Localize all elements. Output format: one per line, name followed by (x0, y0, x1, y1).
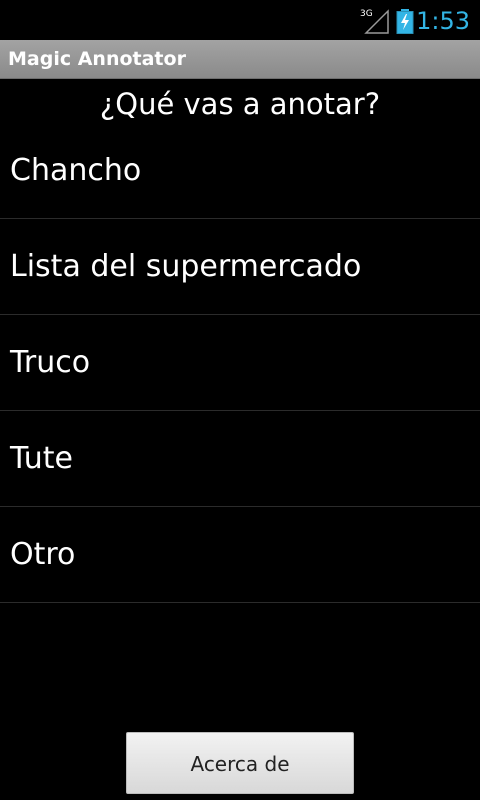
signal-3g-icon: 3G (360, 8, 390, 34)
status-bar: 3G 1:53 (0, 0, 480, 40)
network-type-label: 3G (360, 9, 373, 19)
status-clock: 1:53 (416, 7, 470, 35)
annotation-type-list: Chancho Lista del supermercado Truco Tut… (0, 123, 480, 603)
list-item-tute[interactable]: Tute (0, 411, 480, 507)
list-item-truco[interactable]: Truco (0, 315, 480, 411)
list-item-lista-supermercado[interactable]: Lista del supermercado (0, 219, 480, 315)
screen: 3G 1:53 Magic Annotator ¿Qué vas a anota… (0, 0, 480, 800)
list-item-chancho[interactable]: Chancho (0, 123, 480, 219)
battery-charging-icon (396, 9, 414, 34)
app-title: Magic Annotator (8, 48, 186, 70)
about-button[interactable]: Acerca de (126, 732, 354, 794)
list-item-otro[interactable]: Otro (0, 507, 480, 603)
app-title-bar: Magic Annotator (0, 40, 480, 79)
page-heading: ¿Qué vas a anotar? (99, 87, 381, 121)
